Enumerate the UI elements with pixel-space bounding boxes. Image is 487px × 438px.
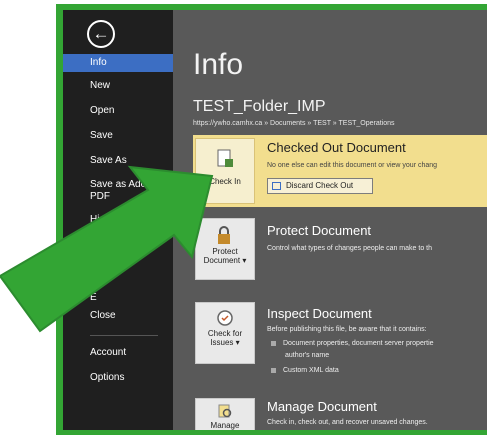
green-arrow-annotation (0, 165, 214, 333)
screenshot-frame: ← Info New Open Save Save As Save as Ado… (0, 0, 487, 438)
